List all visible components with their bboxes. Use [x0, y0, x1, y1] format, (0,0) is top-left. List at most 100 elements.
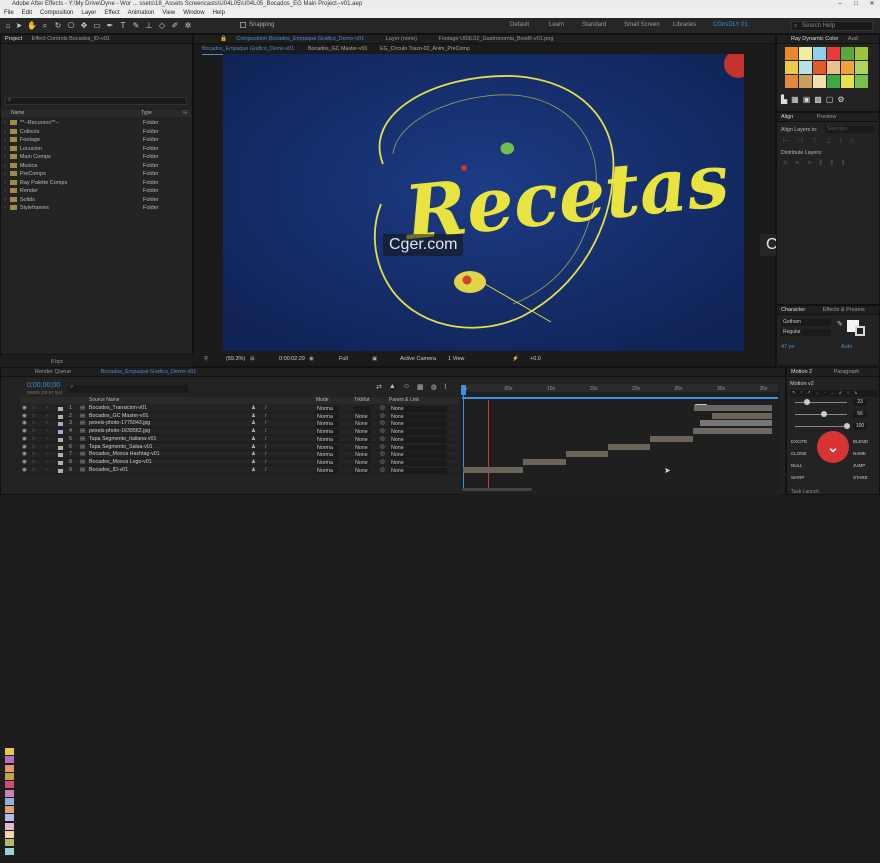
- visibility-eye-icon[interactable]: ◉: [22, 420, 27, 428]
- motion-clone-button[interactable]: CLONE: [791, 450, 809, 457]
- settings-gear-icon[interactable]: ⚙: [837, 95, 844, 104]
- color-swatch[interactable]: [799, 47, 812, 60]
- arrow-w-icon[interactable]: ←: [815, 390, 820, 397]
- motion-slider-3[interactable]: [795, 426, 847, 427]
- visibility-eye-icon[interactable]: ◉: [22, 405, 27, 413]
- visibility-eye-icon[interactable]: ◉: [22, 451, 27, 459]
- label-color-chip[interactable]: [5, 748, 14, 755]
- motion-value-1[interactable]: 23: [853, 399, 867, 406]
- motion-slider-1[interactable]: [795, 402, 847, 403]
- arrow-sw-icon[interactable]: ↙: [839, 390, 843, 397]
- distribute-vcenter-icon[interactable]: ≡: [795, 160, 799, 168]
- zoom-level[interactable]: (59.3%): [226, 354, 245, 364]
- layer-name[interactable]: Bocados_Mosca Logo-v01: [89, 459, 152, 467]
- region-interest-icon[interactable]: ▣: [372, 354, 377, 364]
- motion-slider-3-knob[interactable]: [844, 423, 850, 429]
- track-matte-select[interactable]: None: [354, 459, 370, 466]
- current-time[interactable]: 0:00:02:29: [279, 354, 305, 364]
- disclosure-triangle-icon[interactable]: ›: [4, 205, 6, 211]
- fx-switch-icon[interactable]: /: [265, 451, 266, 459]
- workspace-learn[interactable]: Learn: [549, 22, 564, 28]
- project-item[interactable]: › Footage Folder: [4, 136, 189, 144]
- timeline-layer-row[interactable]: ◉ ○ › 2 ▤ Bocados_GC Master-v01 ♟ / Norma None ◎ No…: [20, 413, 460, 421]
- label-color-chip[interactable]: [5, 772, 14, 780]
- arrow-ne-icon[interactable]: ↗: [807, 390, 811, 397]
- disclosure-triangle-icon[interactable]: ›: [4, 146, 6, 152]
- color-swatch[interactable]: [827, 75, 840, 88]
- column-name[interactable]: Name: [11, 110, 24, 117]
- parent-pickwhip-icon[interactable]: ◎: [380, 405, 385, 413]
- layer-label-color[interactable]: [58, 453, 63, 458]
- swatch-grid-icon[interactable]: ▦: [791, 95, 799, 104]
- distribute-left-icon[interactable]: ⦀: [819, 160, 822, 168]
- color-swatch[interactable]: [855, 47, 868, 60]
- gray-swatch-icon[interactable]: ▩: [814, 95, 822, 104]
- workspace-libraries[interactable]: Libraries: [673, 22, 696, 28]
- layer-label-color[interactable]: [58, 430, 63, 435]
- parent-select[interactable]: None: [389, 467, 447, 474]
- arrow-nw-icon[interactable]: ↖: [792, 390, 796, 397]
- layer-label-color[interactable]: [58, 422, 63, 427]
- type-tool-icon[interactable]: T: [118, 21, 128, 31]
- fx-switch-icon[interactable]: /: [265, 459, 266, 467]
- layer-name[interactable]: Bocados_GC Master-v01: [89, 413, 148, 421]
- menu-composition[interactable]: Composition: [36, 9, 77, 18]
- color-swatch[interactable]: [785, 61, 798, 74]
- tab-paragraph[interactable]: Paragraph: [830, 369, 864, 375]
- shy-switch-icon[interactable]: ♟: [251, 428, 256, 436]
- arrow-se-icon[interactable]: ↘: [853, 390, 857, 397]
- rectangle-tool-icon[interactable]: ▭: [92, 21, 102, 31]
- home-icon[interactable]: ⌂: [3, 21, 13, 31]
- color-swatch[interactable]: [813, 75, 826, 88]
- motion-null-button[interactable]: NULL: [791, 462, 809, 469]
- project-item[interactable]: › **--Recursos**-- Folder: [4, 119, 189, 127]
- snapping-checkbox[interactable]: [240, 22, 246, 28]
- color-swatch[interactable]: [841, 75, 854, 88]
- timeline-layer-row[interactable]: ◉ ○ › 3 ▤ pexels-photo-1775043.jpg ♟ / Norma None…: [20, 420, 460, 428]
- solo-icon[interactable]: ○: [32, 420, 35, 428]
- layer-duration-bar[interactable]: [523, 458, 566, 465]
- timeline-layer-row[interactable]: ◉ ○ › 7 ▤ Bocados_Mosca Hashtag-v01 ♟ / Norma Non…: [20, 451, 460, 459]
- layer-name[interactable]: Bocados_Transicion-v01: [89, 405, 147, 413]
- timeline-layer-row[interactable]: ◉ ○ › 5 ▤ Tapa Segmento_Italiana-v01 ♟ / Norma No…: [20, 436, 460, 444]
- align-right-icon[interactable]: ⊤: [811, 137, 817, 145]
- expand-arrow-icon[interactable]: ›: [46, 467, 48, 475]
- motion-value-3[interactable]: 100: [853, 423, 867, 430]
- align-vcenter-icon[interactable]: ⊦: [839, 137, 843, 145]
- layer-label-color[interactable]: [58, 445, 63, 450]
- resolution-grid-icon[interactable]: ⊞: [250, 354, 255, 364]
- project-item[interactable]: › PreComps Folder: [4, 170, 189, 178]
- parent-pickwhip-icon[interactable]: ◎: [380, 467, 385, 475]
- disclosure-triangle-icon[interactable]: ›: [4, 180, 6, 186]
- distribute-right-icon[interactable]: ⦀: [841, 160, 844, 168]
- parent-select[interactable]: None: [389, 421, 447, 428]
- project-item[interactable]: › Musica Folder: [4, 162, 189, 170]
- close-icon[interactable]: ✕: [864, 0, 880, 9]
- workspace-consdly[interactable]: COnsDLY 01: [713, 22, 748, 28]
- parent-pickwhip-icon[interactable]: ◎: [380, 444, 385, 452]
- menu-window[interactable]: Window: [179, 9, 208, 18]
- resolution-select[interactable]: Full: [339, 354, 348, 364]
- swatch-stack-icon[interactable]: ▙: [781, 95, 787, 104]
- fx-switch-icon[interactable]: /: [265, 467, 266, 475]
- visibility-eye-icon[interactable]: ◉: [22, 413, 27, 421]
- blend-mode-select[interactable]: Norma: [316, 459, 338, 466]
- color-swatch[interactable]: [813, 61, 826, 74]
- palette-icon[interactable]: ▣: [803, 95, 811, 104]
- disclosure-triangle-icon[interactable]: ›: [4, 197, 6, 203]
- tab-preview[interactable]: Preview: [813, 114, 841, 120]
- shy-switch-icon[interactable]: ♟: [251, 420, 256, 428]
- puppet-tool-icon[interactable]: ✲: [183, 21, 193, 31]
- parent-pickwhip-icon[interactable]: ◎: [380, 436, 385, 444]
- motion-excite-button[interactable]: EXCITE: [791, 438, 809, 445]
- expand-arrow-icon[interactable]: ›: [46, 459, 48, 467]
- font-style-select[interactable]: Regular: [781, 329, 831, 336]
- tab-character[interactable]: Character: [777, 307, 809, 313]
- shy-switch-icon[interactable]: ♟: [251, 451, 256, 459]
- shy-switch-icon[interactable]: ♟: [251, 436, 256, 444]
- blend-mode-select[interactable]: Norma: [316, 444, 338, 451]
- layer-label-color[interactable]: [58, 414, 63, 419]
- align-left-icon[interactable]: ⊢: [783, 137, 789, 145]
- track-matte-select[interactable]: None: [354, 429, 370, 436]
- layer-name[interactable]: pexels-photo-1775043.jpg: [89, 420, 150, 428]
